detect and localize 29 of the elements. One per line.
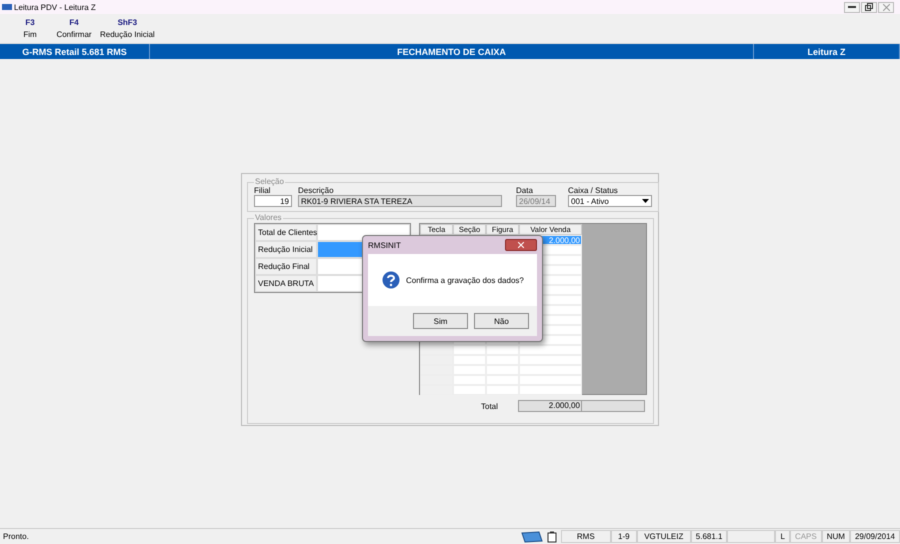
status-panel: L xyxy=(775,530,790,543)
total-label: Total xyxy=(481,402,498,410)
row-label: Total de Clientes xyxy=(255,224,317,241)
status-panel: VGTULEIZ xyxy=(636,530,691,543)
row-label: VENDA BRUTA xyxy=(255,275,317,292)
status-message: Pronto. xyxy=(2,532,30,541)
row-label: Redução Inicial xyxy=(255,241,317,258)
field-label: Caixa / Status xyxy=(568,186,619,195)
window-title: Leitura PDV - Leitura Z xyxy=(14,2,96,12)
description-field: RK01-9 RIVIERA STA TEREZA xyxy=(298,195,502,207)
field-label: Descrição xyxy=(298,186,335,195)
group-legend: Seleção xyxy=(254,178,285,186)
dialog-message: Confirma a gravação dos dados? xyxy=(406,276,524,284)
total-field: 2.000,00 xyxy=(518,400,645,412)
status-panel: 29/09/2014 xyxy=(850,530,900,543)
dialog-title: RMSINIT xyxy=(368,240,401,250)
screen-title: FECHAMENTO DE CAIXA xyxy=(150,44,754,59)
status-panel: 5.681.1 xyxy=(690,530,728,543)
date-field: 26/09/14 xyxy=(516,195,556,207)
status-panel: NUM xyxy=(822,530,850,543)
mode-label: Leitura Z xyxy=(754,44,900,59)
system-label: G-RMS Retail 5.681 RMS xyxy=(0,44,150,59)
row-label: Redução Final xyxy=(255,258,317,275)
status-panel: 1-9 xyxy=(610,530,637,543)
group-legend: Valores xyxy=(254,214,283,222)
field-label: Data xyxy=(516,186,534,195)
status-panel: CAPS xyxy=(790,530,822,543)
field-label: Filial xyxy=(254,186,272,195)
status-panel: RMS xyxy=(560,530,611,543)
